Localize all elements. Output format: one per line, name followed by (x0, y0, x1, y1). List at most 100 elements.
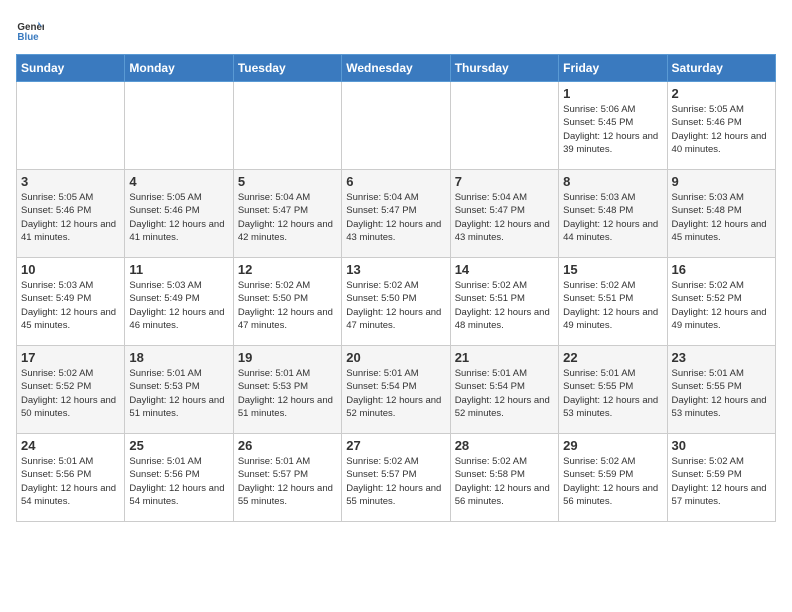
weekday-header-monday: Monday (125, 55, 233, 82)
day-number: 11 (129, 262, 228, 277)
day-number: 24 (21, 438, 120, 453)
day-number: 1 (563, 86, 662, 101)
calendar-cell: 23 Sunrise: 5:01 AM Sunset: 5:55 PM Dayl… (667, 346, 775, 434)
day-info: Sunrise: 5:02 AM Sunset: 5:57 PM Dayligh… (346, 455, 445, 508)
day-info: Sunrise: 5:06 AM Sunset: 5:45 PM Dayligh… (563, 103, 662, 156)
calendar-cell: 15 Sunrise: 5:02 AM Sunset: 5:51 PM Dayl… (559, 258, 667, 346)
calendar-week-4: 17 Sunrise: 5:02 AM Sunset: 5:52 PM Dayl… (17, 346, 776, 434)
day-info: Sunrise: 5:01 AM Sunset: 5:56 PM Dayligh… (21, 455, 120, 508)
day-info: Sunrise: 5:01 AM Sunset: 5:54 PM Dayligh… (346, 367, 445, 420)
calendar-cell: 24 Sunrise: 5:01 AM Sunset: 5:56 PM Dayl… (17, 434, 125, 522)
day-info: Sunrise: 5:02 AM Sunset: 5:52 PM Dayligh… (672, 279, 771, 332)
calendar-cell (17, 82, 125, 170)
day-info: Sunrise: 5:01 AM Sunset: 5:55 PM Dayligh… (563, 367, 662, 420)
calendar-cell: 14 Sunrise: 5:02 AM Sunset: 5:51 PM Dayl… (450, 258, 558, 346)
calendar-cell: 13 Sunrise: 5:02 AM Sunset: 5:50 PM Dayl… (342, 258, 450, 346)
day-number: 23 (672, 350, 771, 365)
calendar-cell: 20 Sunrise: 5:01 AM Sunset: 5:54 PM Dayl… (342, 346, 450, 434)
calendar-cell: 10 Sunrise: 5:03 AM Sunset: 5:49 PM Dayl… (17, 258, 125, 346)
page-header: General Blue (16, 16, 776, 44)
day-info: Sunrise: 5:05 AM Sunset: 5:46 PM Dayligh… (21, 191, 120, 244)
day-info: Sunrise: 5:05 AM Sunset: 5:46 PM Dayligh… (672, 103, 771, 156)
weekday-header-thursday: Thursday (450, 55, 558, 82)
weekday-header-tuesday: Tuesday (233, 55, 341, 82)
calendar-cell (450, 82, 558, 170)
day-number: 15 (563, 262, 662, 277)
weekday-header-friday: Friday (559, 55, 667, 82)
calendar-cell: 22 Sunrise: 5:01 AM Sunset: 5:55 PM Dayl… (559, 346, 667, 434)
calendar-cell: 12 Sunrise: 5:02 AM Sunset: 5:50 PM Dayl… (233, 258, 341, 346)
weekday-header-sunday: Sunday (17, 55, 125, 82)
day-info: Sunrise: 5:02 AM Sunset: 5:51 PM Dayligh… (455, 279, 554, 332)
calendar-cell (125, 82, 233, 170)
calendar-cell: 9 Sunrise: 5:03 AM Sunset: 5:48 PM Dayli… (667, 170, 775, 258)
day-number: 2 (672, 86, 771, 101)
day-info: Sunrise: 5:03 AM Sunset: 5:49 PM Dayligh… (129, 279, 228, 332)
day-number: 12 (238, 262, 337, 277)
day-info: Sunrise: 5:04 AM Sunset: 5:47 PM Dayligh… (346, 191, 445, 244)
weekday-header-wednesday: Wednesday (342, 55, 450, 82)
day-number: 22 (563, 350, 662, 365)
day-info: Sunrise: 5:03 AM Sunset: 5:48 PM Dayligh… (563, 191, 662, 244)
calendar-cell: 25 Sunrise: 5:01 AM Sunset: 5:56 PM Dayl… (125, 434, 233, 522)
calendar-week-2: 3 Sunrise: 5:05 AM Sunset: 5:46 PM Dayli… (17, 170, 776, 258)
day-info: Sunrise: 5:01 AM Sunset: 5:57 PM Dayligh… (238, 455, 337, 508)
day-info: Sunrise: 5:02 AM Sunset: 5:50 PM Dayligh… (238, 279, 337, 332)
calendar-cell: 16 Sunrise: 5:02 AM Sunset: 5:52 PM Dayl… (667, 258, 775, 346)
calendar-cell: 3 Sunrise: 5:05 AM Sunset: 5:46 PM Dayli… (17, 170, 125, 258)
day-info: Sunrise: 5:03 AM Sunset: 5:48 PM Dayligh… (672, 191, 771, 244)
logo: General Blue (16, 16, 48, 44)
day-number: 10 (21, 262, 120, 277)
calendar-cell: 1 Sunrise: 5:06 AM Sunset: 5:45 PM Dayli… (559, 82, 667, 170)
day-number: 14 (455, 262, 554, 277)
calendar-cell: 30 Sunrise: 5:02 AM Sunset: 5:59 PM Dayl… (667, 434, 775, 522)
day-number: 7 (455, 174, 554, 189)
weekday-header-saturday: Saturday (667, 55, 775, 82)
day-info: Sunrise: 5:01 AM Sunset: 5:56 PM Dayligh… (129, 455, 228, 508)
logo-icon: General Blue (16, 16, 44, 44)
day-number: 6 (346, 174, 445, 189)
day-info: Sunrise: 5:04 AM Sunset: 5:47 PM Dayligh… (455, 191, 554, 244)
calendar-week-1: 1 Sunrise: 5:06 AM Sunset: 5:45 PM Dayli… (17, 82, 776, 170)
day-info: Sunrise: 5:05 AM Sunset: 5:46 PM Dayligh… (129, 191, 228, 244)
day-number: 21 (455, 350, 554, 365)
calendar-cell: 11 Sunrise: 5:03 AM Sunset: 5:49 PM Dayl… (125, 258, 233, 346)
calendar-cell: 17 Sunrise: 5:02 AM Sunset: 5:52 PM Dayl… (17, 346, 125, 434)
calendar-cell: 29 Sunrise: 5:02 AM Sunset: 5:59 PM Dayl… (559, 434, 667, 522)
day-number: 8 (563, 174, 662, 189)
calendar-cell: 5 Sunrise: 5:04 AM Sunset: 5:47 PM Dayli… (233, 170, 341, 258)
day-number: 9 (672, 174, 771, 189)
day-number: 3 (21, 174, 120, 189)
day-number: 26 (238, 438, 337, 453)
day-info: Sunrise: 5:01 AM Sunset: 5:53 PM Dayligh… (238, 367, 337, 420)
day-info: Sunrise: 5:02 AM Sunset: 5:51 PM Dayligh… (563, 279, 662, 332)
calendar-week-5: 24 Sunrise: 5:01 AM Sunset: 5:56 PM Dayl… (17, 434, 776, 522)
day-info: Sunrise: 5:02 AM Sunset: 5:58 PM Dayligh… (455, 455, 554, 508)
calendar-table: SundayMondayTuesdayWednesdayThursdayFrid… (16, 54, 776, 522)
day-info: Sunrise: 5:02 AM Sunset: 5:59 PM Dayligh… (672, 455, 771, 508)
calendar-cell: 28 Sunrise: 5:02 AM Sunset: 5:58 PM Dayl… (450, 434, 558, 522)
calendar-cell: 21 Sunrise: 5:01 AM Sunset: 5:54 PM Dayl… (450, 346, 558, 434)
day-info: Sunrise: 5:01 AM Sunset: 5:53 PM Dayligh… (129, 367, 228, 420)
day-info: Sunrise: 5:04 AM Sunset: 5:47 PM Dayligh… (238, 191, 337, 244)
day-number: 29 (563, 438, 662, 453)
calendar-cell: 2 Sunrise: 5:05 AM Sunset: 5:46 PM Dayli… (667, 82, 775, 170)
day-info: Sunrise: 5:02 AM Sunset: 5:50 PM Dayligh… (346, 279, 445, 332)
svg-text:Blue: Blue (17, 32, 39, 43)
day-number: 28 (455, 438, 554, 453)
calendar-cell (342, 82, 450, 170)
day-number: 20 (346, 350, 445, 365)
day-number: 19 (238, 350, 337, 365)
calendar-cell: 6 Sunrise: 5:04 AM Sunset: 5:47 PM Dayli… (342, 170, 450, 258)
day-number: 30 (672, 438, 771, 453)
weekday-header-row: SundayMondayTuesdayWednesdayThursdayFrid… (17, 55, 776, 82)
calendar-cell: 4 Sunrise: 5:05 AM Sunset: 5:46 PM Dayli… (125, 170, 233, 258)
day-number: 4 (129, 174, 228, 189)
day-info: Sunrise: 5:01 AM Sunset: 5:55 PM Dayligh… (672, 367, 771, 420)
day-number: 18 (129, 350, 228, 365)
day-number: 17 (21, 350, 120, 365)
calendar-week-3: 10 Sunrise: 5:03 AM Sunset: 5:49 PM Dayl… (17, 258, 776, 346)
day-info: Sunrise: 5:03 AM Sunset: 5:49 PM Dayligh… (21, 279, 120, 332)
calendar-cell: 8 Sunrise: 5:03 AM Sunset: 5:48 PM Dayli… (559, 170, 667, 258)
day-number: 13 (346, 262, 445, 277)
